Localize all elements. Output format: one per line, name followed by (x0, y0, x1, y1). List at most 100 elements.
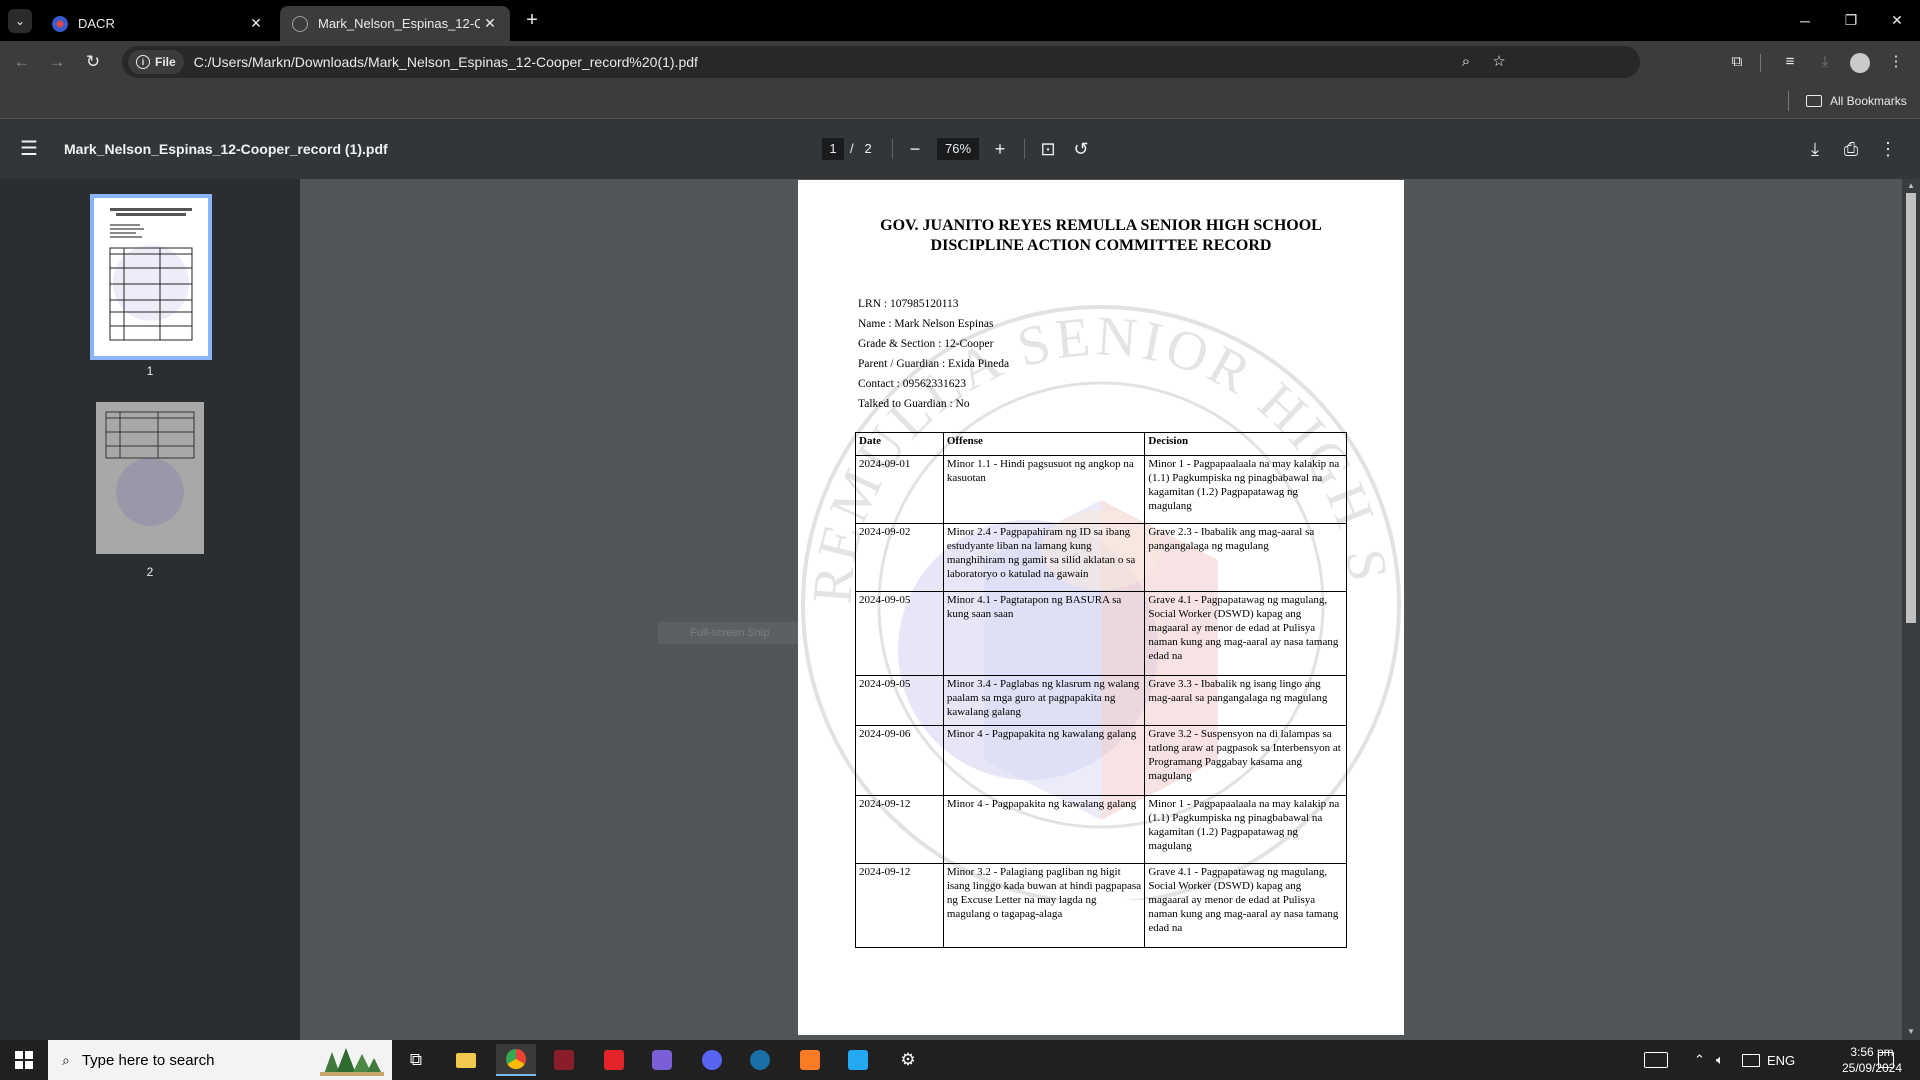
kebab-icon: ⋮ (1879, 139, 1897, 159)
gear-icon: ⚙ (900, 1050, 916, 1069)
forward-button[interactable]: → (45, 50, 69, 74)
settings-button[interactable]: ⚙ (888, 1044, 928, 1076)
puzzle-icon[interactable]: ⧉ (1725, 50, 1749, 74)
scrollbar-thumb[interactable] (1906, 193, 1916, 623)
tab-search-button[interactable]: ⌄ (8, 9, 32, 33)
xampp-button[interactable] (790, 1044, 830, 1076)
chevron-up-icon: ⌃ (1694, 1052, 1705, 1067)
menu-icon[interactable]: ☰ (20, 137, 44, 161)
fit-page-button[interactable]: ⊡ (1036, 137, 1060, 161)
task-view-button[interactable]: ⧉ (396, 1044, 436, 1076)
xampp-icon (800, 1050, 820, 1070)
app-button[interactable] (594, 1044, 634, 1076)
page-thumbnail-1[interactable] (90, 194, 212, 360)
all-bookmarks-button[interactable]: All Bookmarks (1806, 83, 1907, 119)
clock[interactable]: 3:56 pm 25/09/2024 (1840, 1044, 1904, 1076)
offense-cell: Minor 4 - Pagpapakita ng kawalang galang (942, 795, 1146, 864)
document-title-line-2: DISCIPLINE ACTION COMMITTEE RECORD (930, 237, 1272, 254)
media-icon[interactable]: ≡ (1778, 50, 1802, 74)
pdf-page-1: REMULLA SENIOR HIGH SCHOOL · JUANITO REY… (798, 180, 1404, 1035)
table-row: 2024-09-05 Minor 4.1 - Pagtatapon ng BAS… (855, 591, 1347, 676)
download-button[interactable]: ⤓ (1803, 137, 1827, 161)
document-title-line-1: GOV. JUANITO REYES REMULLA SENIOR HIGH S… (880, 217, 1322, 234)
zoom-out-button[interactable]: − (903, 137, 927, 161)
pdf-filename: Mark_Nelson_Espinas_12-Cooper_record (1)… (64, 141, 388, 157)
notifications-button[interactable] (1878, 1040, 1894, 1080)
vertical-scrollbar[interactable]: ▲ ▼ (1902, 179, 1920, 1040)
page-separator: / (850, 141, 854, 156)
guardian-field: Parent / Guardian : Exida Pineda (858, 358, 1010, 370)
reload-button[interactable]: ↻ (81, 50, 105, 74)
table-row: 2024-09-05 Minor 3.4 - Paglabas ng klasr… (855, 675, 1347, 726)
page-number-input[interactable]: 1 (822, 138, 844, 160)
thumbnail-sidebar: 1 2 (0, 179, 300, 1040)
close-icon[interactable]: ✕ (480, 15, 500, 32)
more-options-button[interactable]: ⋮ (1876, 137, 1900, 161)
table-row: 2024-09-01 Minor 1.1 - Hindi pagsusuot n… (855, 455, 1347, 524)
date-cell: 2024-09-01 (855, 455, 944, 524)
decision-cell: Minor 1 - Pagpapaalaala na may kalakip n… (1144, 455, 1347, 524)
name-field: Name : Mark Nelson Espinas (858, 318, 994, 330)
vscode-button[interactable] (838, 1044, 878, 1076)
app-button[interactable] (642, 1044, 682, 1076)
talked-to-guardian-field: Talked to Guardian : No (858, 398, 970, 410)
steam-button[interactable] (740, 1044, 780, 1076)
taskbar-search-box[interactable]: ⌕ Type here to search (48, 1040, 392, 1080)
discord-icon (702, 1050, 722, 1070)
zoom-in-button[interactable]: + (988, 137, 1012, 161)
print-button[interactable]: ⎙ (1839, 137, 1863, 161)
chrome-button[interactable] (496, 1044, 536, 1076)
file-explorer-button[interactable] (446, 1044, 486, 1076)
printer-icon: ⎙ (1843, 139, 1859, 159)
rotate-button[interactable]: ↺ (1069, 137, 1093, 161)
document-title: GOV. JUANITO REYES REMULLA SENIOR HIGH S… (798, 216, 1404, 256)
zoom-input[interactable]: 76% (937, 138, 979, 160)
network-button[interactable] (1742, 1040, 1760, 1080)
date-cell: 2024-09-12 (855, 795, 944, 864)
magnifier-icon[interactable]: ⌕ (1454, 46, 1478, 78)
back-button[interactable]: ← (10, 50, 34, 74)
thumbnail-preview (109, 208, 193, 341)
discord-button[interactable] (692, 1044, 732, 1076)
site-info-chip[interactable]: i File (128, 50, 184, 74)
table-row: 2024-09-12 Minor 4 - Pagpapakita ng kawa… (855, 795, 1347, 864)
language-indicator[interactable]: ENG (1767, 1040, 1795, 1080)
chevron-down-icon: ⌄ (14, 14, 26, 28)
decision-cell: Grave 3.3 - Ibabalik ng isang lingo ang … (1144, 675, 1347, 726)
scroll-down-icon[interactable]: ▼ (1906, 1027, 1916, 1036)
restore-button[interactable]: ❐ (1828, 0, 1874, 41)
windows-logo-icon (15, 1051, 33, 1069)
tab-dacr[interactable]: DACR ✕ (40, 6, 276, 41)
minimize-button[interactable]: ─ (1782, 0, 1828, 41)
new-tab-button[interactable]: + (520, 8, 544, 32)
download-icon[interactable]: ⤓ (1813, 50, 1837, 74)
browser-toolbar: ← → ↻ i File C:/Users/Markn/Downloads/Ma… (0, 41, 1920, 83)
address-bar[interactable]: i File C:/Users/Markn/Downloads/Mark_Nel… (122, 46, 1640, 78)
tray-overflow-button[interactable]: ⌃ (1694, 1040, 1705, 1080)
close-window-button[interactable]: ✕ (1874, 0, 1920, 41)
volume-button[interactable]: 🔈︎ (1716, 1040, 1724, 1080)
reload-icon: ↻ (85, 52, 101, 71)
tab-title: Mark_Nelson_Espinas_12-Coop (318, 16, 480, 31)
page-thumbnail-2[interactable] (96, 402, 204, 554)
tab-pdf[interactable]: Mark_Nelson_Espinas_12-Coop ✕ (280, 6, 510, 41)
tray-app-icon[interactable] (1644, 1040, 1668, 1080)
offense-cell: Minor 4.1 - Pagtatapon ng BASURA sa kung… (942, 591, 1146, 676)
app-icon (652, 1050, 672, 1070)
tab-strip: ⌄ DACR ✕ Mark_Nelson_Espinas_12-Coop ✕ +… (0, 0, 1920, 41)
bookmarks-divider (1788, 91, 1789, 111)
decision-cell: Grave 4.1 - Pagpapatawag ng magulang, So… (1144, 863, 1347, 948)
start-button[interactable] (0, 1040, 48, 1080)
kebab-icon[interactable]: ⋮ (1884, 50, 1908, 74)
folder-icon (1806, 95, 1822, 107)
app-button[interactable] (544, 1044, 584, 1076)
avatar[interactable] (1850, 53, 1870, 73)
network-icon (1742, 1053, 1760, 1067)
decision-cell: Grave 4.1 - Pagpapatawag ng magulang, So… (1144, 591, 1347, 676)
close-icon[interactable]: ✕ (246, 15, 266, 32)
chrome-icon (506, 1049, 526, 1069)
scroll-up-icon[interactable]: ▲ (1906, 181, 1916, 190)
clock-time: 3:56 pm (1850, 1045, 1894, 1059)
page-count: / 2 (850, 138, 872, 160)
star-icon[interactable]: ☆ (1487, 46, 1511, 78)
